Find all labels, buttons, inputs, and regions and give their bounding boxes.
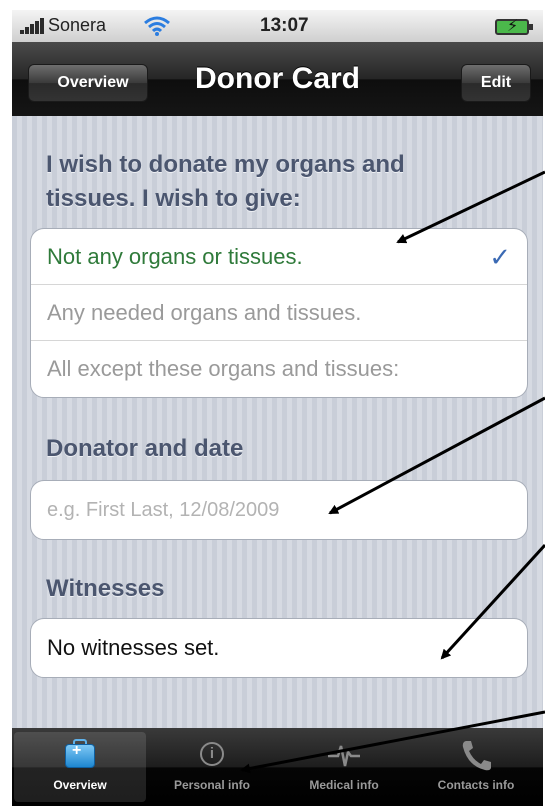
tab-bar: + Overview i Personal info Medical info — [12, 728, 543, 806]
donator-section-header: Donator and date — [46, 435, 244, 462]
tab-label: Overview — [53, 778, 107, 792]
navigation-bar: Overview Donor Card Edit — [12, 42, 543, 116]
donation-section-header: I wish to donate my organs and tissues. … — [46, 151, 405, 212]
tab-medical-info[interactable]: Medical info — [278, 732, 410, 802]
option-all-except-organs[interactable]: All except these organs and tissues: — [31, 341, 527, 397]
option-not-any-organs[interactable]: Not any organs or tissues. ✓ — [31, 229, 527, 285]
edit-button[interactable]: Edit — [461, 64, 531, 102]
tab-overview[interactable]: + Overview — [14, 732, 146, 802]
battery-charging-icon: ⚡ — [495, 18, 533, 35]
witnesses-group: No witnesses set. — [30, 618, 528, 678]
tab-personal-info[interactable]: i Personal info — [146, 732, 278, 802]
wifi-icon — [144, 16, 170, 36]
first-aid-kit-icon: + — [62, 738, 98, 772]
carrier-name: Sonera — [48, 15, 107, 35]
donator-field-group: e.g. First Last, 12/08/2009 — [30, 480, 528, 540]
witnesses-section-header: Witnesses — [46, 575, 165, 602]
info-icon: i — [194, 738, 230, 772]
witnesses-field[interactable]: No witnesses set. — [31, 619, 527, 677]
tab-label: Contacts info — [437, 778, 515, 792]
clock: 13:07 — [260, 15, 309, 36]
option-any-needed-organs[interactable]: Any needed organs and tissues. — [31, 285, 527, 341]
tab-label: Medical info — [309, 778, 379, 792]
tab-contacts-info[interactable]: Contacts info — [410, 732, 542, 802]
tab-label: Personal info — [173, 778, 250, 792]
checkmark-icon: ✓ — [489, 242, 511, 272]
option-label: All except these organs and tissues: — [47, 356, 400, 381]
signal-strength-icon — [20, 18, 46, 34]
phone-screen: Sonera 13:07 ⚡ Overview Donor Card Edit … — [12, 10, 543, 806]
option-label: Any needed organs and tissues. — [47, 300, 362, 325]
donation-options-group: Not any organs or tissues. ✓ Any needed … — [30, 228, 528, 398]
status-bar: Sonera 13:07 ⚡ — [12, 10, 543, 42]
heartbeat-icon — [326, 738, 362, 772]
donator-date-input[interactable]: e.g. First Last, 12/08/2009 — [31, 481, 527, 539]
phone-icon — [458, 738, 494, 772]
option-label: Not any organs or tissues. — [47, 244, 303, 269]
